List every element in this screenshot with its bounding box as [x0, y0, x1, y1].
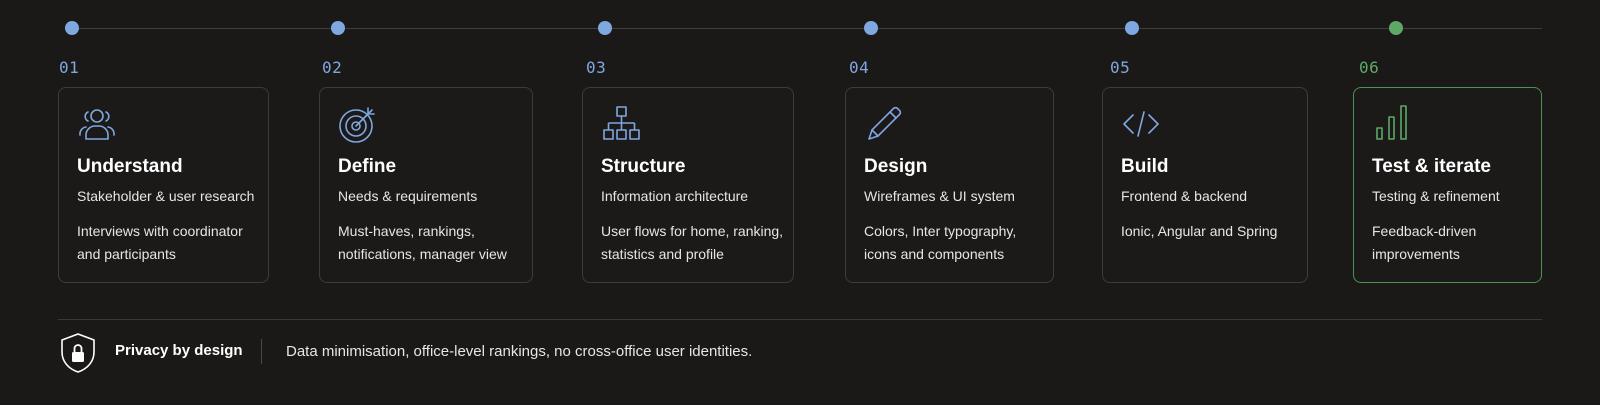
privacy-text: Data minimisation, office-level rankings… [286, 343, 753, 360]
step-number-2: 02 [322, 58, 343, 77]
step-number-6: 06 [1359, 58, 1380, 77]
step-title: Define [338, 156, 397, 177]
timeline-dot-4 [864, 21, 878, 35]
users-icon [79, 109, 115, 140]
step-description: Interviews with coordinator and particip… [77, 223, 243, 262]
timeline-dot-5 [1125, 21, 1139, 35]
timeline-dot-1 [65, 21, 79, 35]
timeline-dot-3 [598, 21, 612, 35]
step-description: User flows for home, ranking, statistics… [601, 223, 784, 262]
step-title: Test & iterate [1372, 156, 1491, 177]
step-description: Ionic, Angular and Spring [1121, 223, 1278, 239]
step-card-structure: Structure Information architecture User … [582, 87, 794, 283]
step-subtitle: Testing & refinement [1372, 188, 1500, 204]
target-icon [339, 107, 375, 143]
sitemap-icon [603, 106, 640, 140]
step-card-test-iterate: Test & iterate Testing & refinement Feed… [1353, 87, 1542, 283]
bar-chart-icon [1376, 105, 1407, 140]
pencil-icon [868, 106, 902, 140]
step-title: Design [864, 156, 928, 177]
step-card-design: Design Wireframes & UI system Colors, In… [845, 87, 1054, 283]
step-description: Must-haves, rankings, notifications, man… [338, 223, 507, 262]
step-number-4: 04 [849, 58, 870, 77]
section-divider [58, 319, 1542, 320]
step-card-understand: Understand Stakeholder & user research I… [58, 87, 269, 283]
privacy-title: Privacy by design [115, 342, 243, 359]
step-number-3: 03 [586, 58, 607, 77]
step-description: Feedback-driven improvements [1372, 223, 1477, 262]
code-icon [1123, 111, 1159, 137]
timeline-dot-2 [331, 21, 345, 35]
privacy-separator [261, 339, 262, 364]
step-subtitle: Wireframes & UI system [864, 188, 1015, 204]
timeline-dot-6 [1389, 21, 1403, 35]
step-subtitle: Stakeholder & user research [77, 188, 255, 204]
step-subtitle: Frontend & backend [1121, 188, 1248, 204]
step-card-define: Define Needs & requirements Must-haves, … [319, 87, 533, 283]
step-number-5: 05 [1110, 58, 1131, 77]
shield-lock-icon [61, 333, 95, 373]
step-subtitle: Information architecture [601, 188, 749, 204]
step-description: Colors, Inter typography, icons and comp… [864, 223, 1017, 262]
step-card-build: Build Frontend & backend Ionic, Angular … [1102, 87, 1308, 283]
step-number-1: 01 [59, 58, 80, 77]
step-title: Understand [77, 156, 183, 177]
timeline-line [72, 28, 1542, 29]
step-subtitle: Needs & requirements [338, 188, 478, 204]
step-title: Build [1121, 156, 1169, 177]
step-title: Structure [601, 156, 686, 177]
